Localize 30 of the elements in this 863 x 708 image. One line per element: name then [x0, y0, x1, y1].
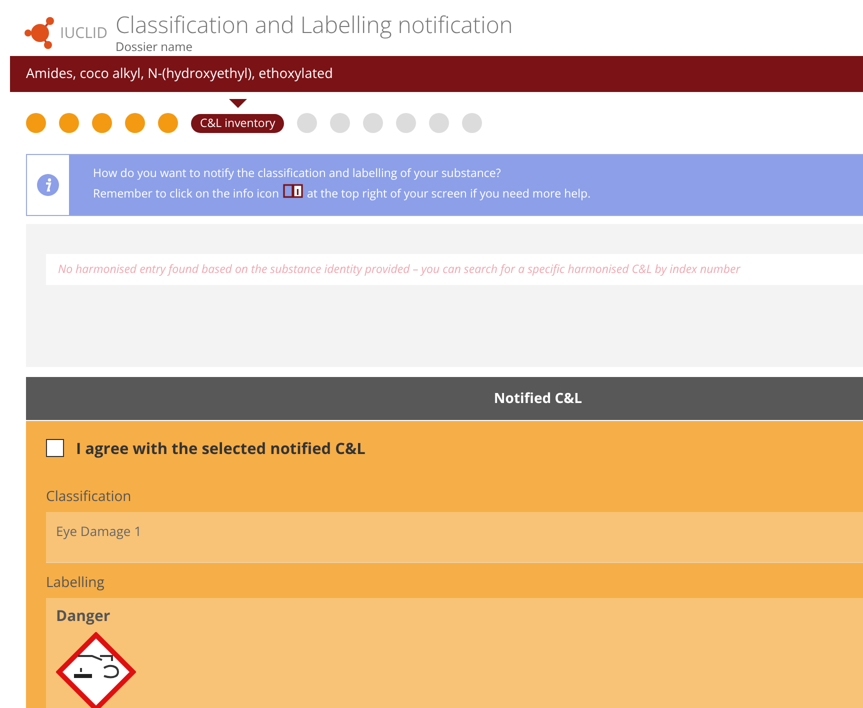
signal-word: Danger [56, 606, 112, 626]
completed-step-dot[interactable] [125, 113, 145, 133]
classification-label: Classification [46, 487, 132, 506]
labelling-label: Labelling [46, 573, 106, 594]
logo-text: IUCLID [60, 23, 108, 43]
pending-step-dot[interactable] [297, 113, 318, 133]
current-step-pointer [228, 98, 247, 108]
info-icon [37, 174, 59, 196]
info-hint: at the top right of your screen if you need more help. [307, 186, 591, 202]
pending-step-dot[interactable] [330, 113, 350, 133]
completed-step-dot[interactable] [59, 113, 79, 133]
no-entry-message: No harmonised entry found based on the substance identity provided – you can search for a specific harmonised C&L by index number [46, 254, 863, 285]
pending-step-dot[interactable] [363, 113, 384, 133]
agree-checkbox[interactable] [46, 439, 64, 457]
completed-step-dot[interactable] [158, 113, 178, 133]
completed-step-dot[interactable] [92, 113, 112, 133]
info-hint: Remember to click on the info icon [93, 186, 280, 202]
agree-label: I agree with the selected notified C&L [76, 437, 366, 459]
pending-step-dot[interactable] [462, 113, 482, 133]
classification-field: Eye Damage 1 [46, 512, 863, 563]
pending-step-dot[interactable] [429, 113, 450, 133]
substance-name: Amides, coco alkyl, N-(hydroxyethyl), ethoxylated [26, 64, 333, 82]
page-title: Classification and Labelling notification [115, 10, 513, 38]
book-icon [283, 184, 304, 198]
info-question: How do you want to notify the classification and labelling of your substance? [93, 165, 502, 183]
pending-step-dot[interactable] [396, 113, 416, 133]
completed-step-dot[interactable] [26, 113, 46, 133]
corrosion-pictogram-icon [56, 632, 136, 708]
section-title: Notified C&L [494, 389, 582, 408]
dossier-name: Dossier name [115, 38, 194, 55]
